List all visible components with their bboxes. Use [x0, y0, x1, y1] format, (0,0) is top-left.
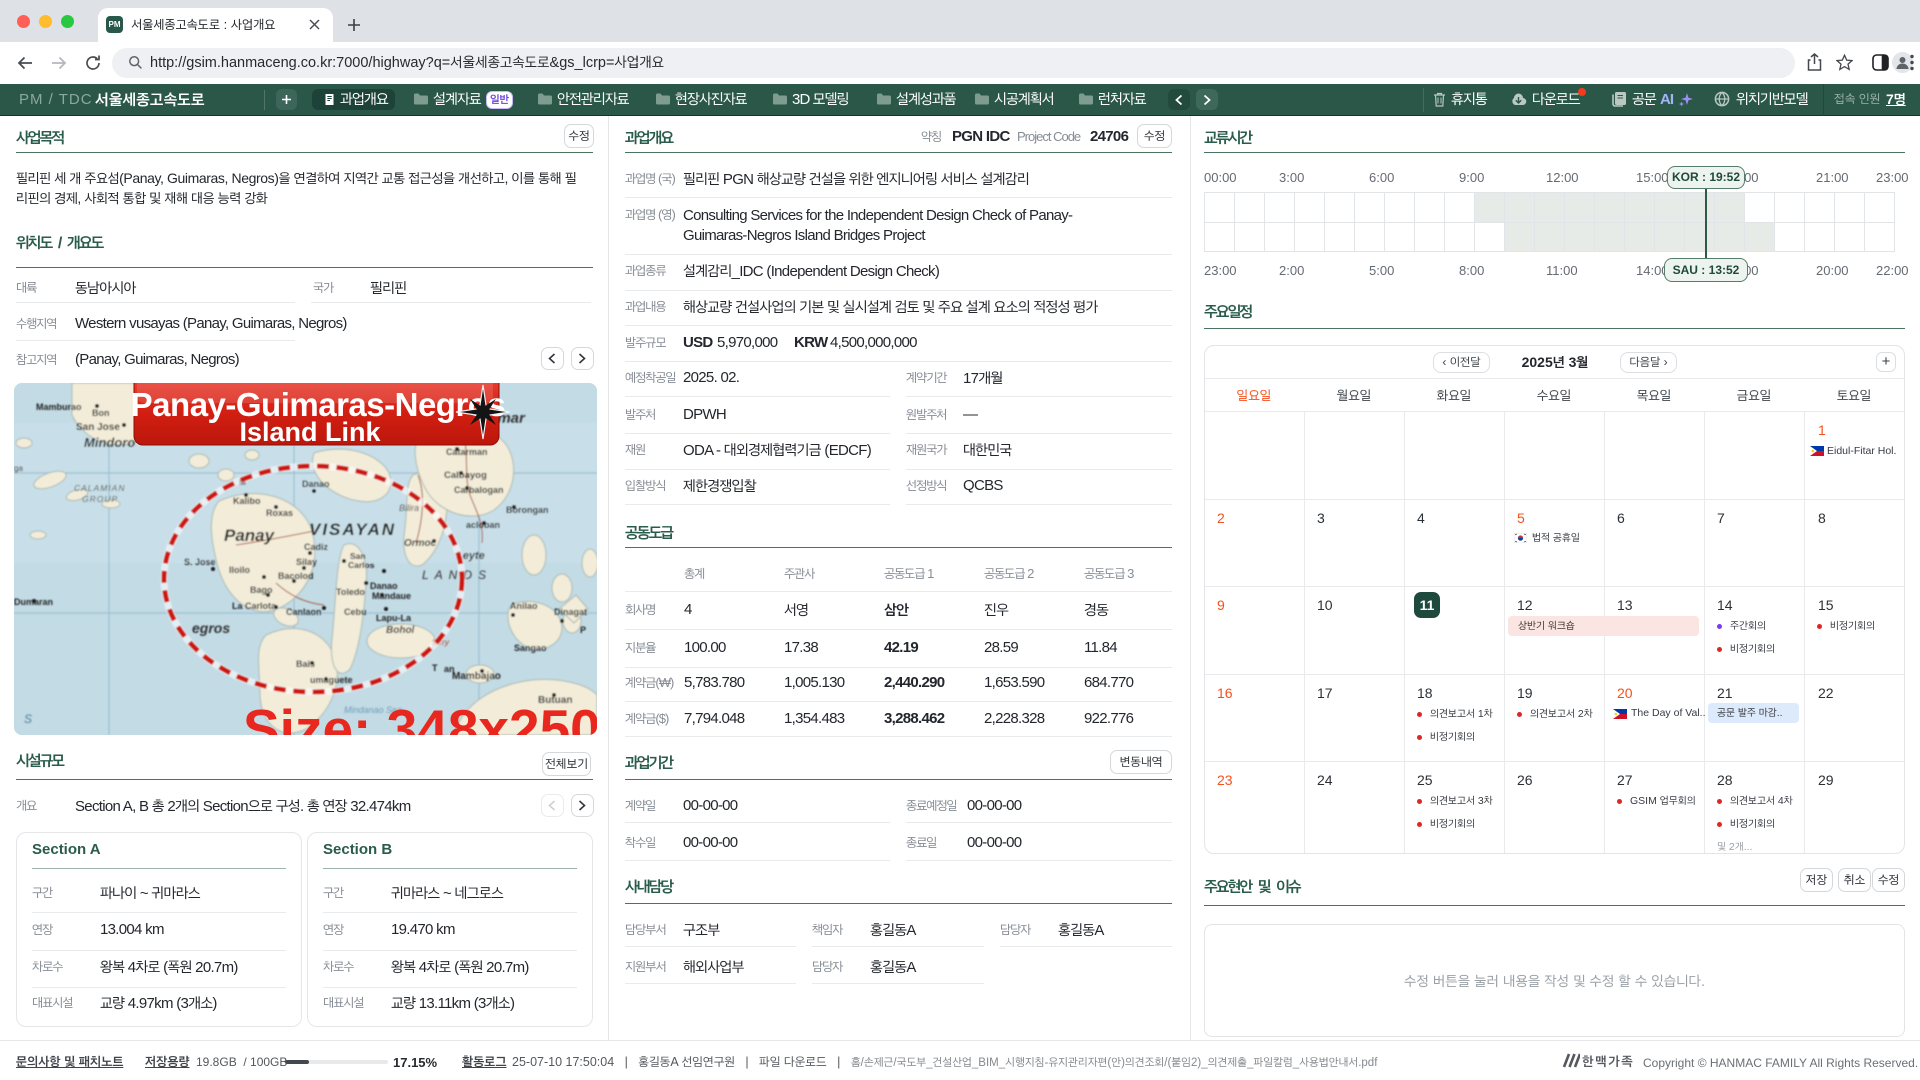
svg-text:Calbayog: Calbayog	[444, 470, 487, 481]
svg-text:Sangao: Sangao	[514, 643, 547, 653]
svg-text:ga: ga	[14, 464, 23, 473]
svg-text:Anilao: Anilao	[510, 601, 538, 611]
svg-text:Dumaran: Dumaran	[14, 597, 53, 607]
svg-text:Roxas: Roxas	[266, 508, 293, 518]
svg-text:Bacolod: Bacolod	[278, 571, 314, 581]
svg-text:Bon: Bon	[92, 408, 110, 418]
svg-text:VISAYAN: VISAYAN	[309, 520, 396, 539]
svg-text:Lapu-La: Lapu-La	[376, 613, 412, 623]
svg-text:La Carlota: La Carlota	[232, 601, 277, 611]
svg-text:Iloilo: Iloilo	[229, 565, 250, 575]
svg-text:Toledo: Toledo	[336, 587, 365, 597]
svg-text:umaguete: umaguete	[310, 675, 353, 685]
svg-text:Mindoro: Mindoro	[84, 435, 135, 450]
svg-text:Carbalogan: Carbalogan	[454, 485, 504, 495]
svg-text:egros: egros	[192, 620, 230, 636]
svg-text:Canlaon: Canlaon	[286, 607, 322, 617]
svg-text:Ormoc: Ormoc	[404, 538, 437, 549]
svg-text:acloban: acloban	[466, 520, 500, 530]
svg-text:Bohol: Bohol	[386, 625, 415, 636]
svg-text:San Jose: San Jose	[76, 422, 120, 433]
svg-text:Dinagat: Dinagat	[554, 607, 587, 617]
svg-text:Mamburao: Mamburao	[36, 402, 82, 412]
svg-text:Bilira: Bilira	[399, 503, 419, 513]
svg-text:Borongan: Borongan	[506, 505, 549, 515]
svg-text:Panay: Panay	[224, 526, 276, 545]
svg-text:S: S	[24, 712, 32, 726]
svg-text:Island Link: Island Link	[239, 417, 381, 447]
svg-text:Danao: Danao	[302, 479, 330, 489]
svg-text:Carlos: Carlos	[348, 560, 375, 570]
svg-text:Bais: Bais	[296, 659, 315, 669]
svg-text:S. Jose: S. Jose	[184, 557, 216, 567]
svg-text:Kalibo: Kalibo	[233, 496, 261, 506]
svg-text:P: P	[580, 625, 586, 635]
svg-text:Catarman: Catarman	[446, 447, 488, 457]
svg-text:T: T	[432, 663, 438, 673]
svg-text:Size: 348x250: Size: 348x250	[243, 698, 597, 735]
svg-text:GROUP: GROUP	[82, 494, 118, 504]
svg-text:Mandaue: Mandaue	[372, 591, 411, 601]
svg-text:Cadiz: Cadiz	[304, 542, 329, 552]
svg-text:Mambajao: Mambajao	[452, 671, 501, 682]
svg-text:Silay: Silay	[296, 557, 317, 567]
svg-text:CALAMIAN: CALAMIAN	[74, 483, 125, 493]
svg-text:Danao: Danao	[370, 581, 398, 591]
svg-text:LANDS: LANDS	[422, 568, 492, 582]
svg-text:Bago: Bago	[250, 585, 273, 595]
svg-text:Cebu: Cebu	[344, 607, 367, 617]
